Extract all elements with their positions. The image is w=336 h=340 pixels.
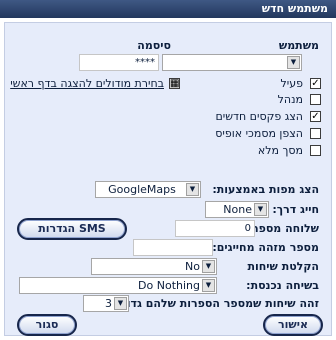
chevron-down-icon[interactable] (202, 260, 215, 273)
password-label: סיסמה (137, 39, 171, 52)
record-calls-select[interactable]: No (91, 258, 217, 275)
chevron-down-icon[interactable] (114, 297, 127, 310)
chevron-down-icon[interactable] (254, 203, 267, 216)
route-label: חייג דרך: (272, 203, 319, 216)
incoming-call-label: בשיחה נכנסת: (246, 279, 319, 292)
maps-label: הצג מפות באמצעות: (212, 183, 319, 196)
route-select[interactable]: None (205, 201, 269, 218)
incoming-call-select[interactable]: Do Nothing (19, 277, 217, 294)
home-modules-link[interactable]: בחירת מודולים להצגה בדף ראשי (10, 77, 164, 90)
dialog-title: משתמש חדש (0, 0, 336, 18)
caller-id-label: מספר מזהה מחייגים: (212, 241, 319, 254)
fullscreen-label: מסך מלא (257, 144, 303, 157)
active-label: פעיל (280, 77, 303, 90)
chevron-down-icon[interactable] (202, 279, 215, 292)
new-user-dialog: משתמש חדש משתמש סיסמה **** ✓ פעיל ▦ בחיר… (0, 0, 336, 340)
ok-button[interactable]: אישור (263, 314, 323, 336)
close-button[interactable]: סגור (17, 314, 77, 336)
encrypt-office-docs-checkbox[interactable] (310, 128, 321, 139)
extension-field[interactable]: 0 (175, 220, 255, 237)
min-digits-select[interactable]: 3 (83, 295, 129, 312)
chevron-down-icon[interactable] (287, 56, 300, 69)
username-label: משתמש (278, 39, 319, 52)
password-field[interactable]: **** (79, 54, 159, 71)
record-calls-value: No (185, 260, 200, 273)
sms-settings-button[interactable]: הגדרות SMS (17, 218, 127, 240)
record-calls-label: הקלטת שיחות (247, 260, 319, 273)
maps-value: GoogleMaps (108, 183, 176, 196)
min-digits-value: 3 (105, 297, 112, 310)
chevron-down-icon[interactable] (186, 183, 199, 196)
min-digits-label: זהה שיחות שמספר הספרות שלהם גדול מ: (103, 297, 319, 310)
route-value: None (223, 203, 252, 216)
show-new-faxes-checkbox[interactable]: ✓ (310, 111, 321, 122)
admin-label: מנהל (277, 93, 303, 106)
fullscreen-checkbox[interactable] (310, 145, 321, 156)
encrypt-office-docs-label: הצפן מסמכי אופיס (215, 127, 303, 140)
caller-id-field[interactable] (133, 239, 213, 256)
extension-label: שלוחה מספר: (247, 222, 319, 235)
incoming-call-value: Do Nothing (138, 279, 200, 292)
active-checkbox[interactable]: ✓ (310, 78, 321, 89)
username-select[interactable] (162, 54, 302, 71)
show-new-faxes-label: הצג פקסים חדשים (215, 110, 303, 123)
form-panel: משתמש סיסמה **** ✓ פעיל ▦ בחירת מודולים … (4, 22, 332, 336)
home-modules-icon[interactable]: ▦ (169, 78, 180, 89)
admin-checkbox[interactable] (310, 94, 321, 105)
maps-select[interactable]: GoogleMaps (95, 181, 201, 198)
